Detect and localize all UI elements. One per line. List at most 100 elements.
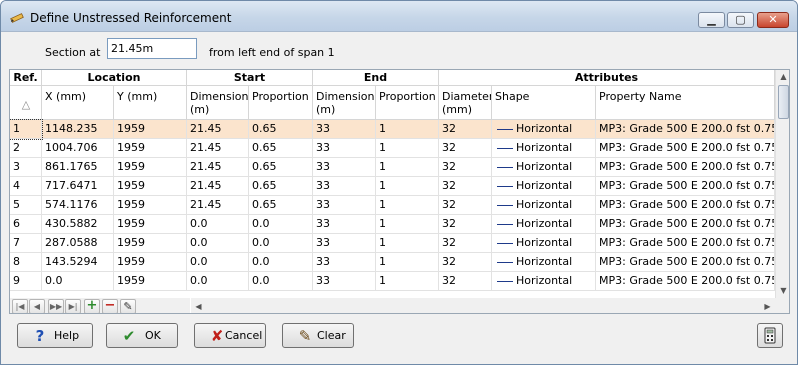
end-dimension-cell[interactable]: 33	[313, 139, 376, 158]
column-start-dimension[interactable]: Dimension (m)	[187, 86, 249, 120]
title-bar[interactable]: Define Unstressed Reinforcement ▁ ▢ ✕	[1, 1, 797, 32]
x-cell[interactable]: 0.0	[42, 272, 114, 291]
end-dimension-cell[interactable]: 33	[313, 215, 376, 234]
start-proportion-cell[interactable]: 0.0	[249, 215, 313, 234]
ref-cell[interactable]: 8	[10, 253, 42, 272]
y-cell[interactable]: 1959	[114, 272, 187, 291]
y-cell[interactable]: 1959	[114, 177, 187, 196]
nav-first-button[interactable]: |◀	[12, 299, 28, 313]
shape-cell[interactable]: Horizontal	[492, 253, 596, 272]
diameter-cell[interactable]: 32	[439, 215, 492, 234]
column-end-dimension[interactable]: Dimension (m)	[313, 86, 376, 120]
end-dimension-cell[interactable]: 33	[313, 158, 376, 177]
column-end-proportion[interactable]: Proportion	[376, 86, 439, 120]
table-row[interactable]: 4 717.6471 1959 21.45 0.65 33 1 32 Horizontal MP3…	[10, 177, 775, 196]
end-proportion-cell[interactable]: 1	[376, 120, 439, 139]
header-ref[interactable]: Ref.	[10, 70, 42, 86]
scroll-left-icon[interactable]: ◀	[191, 298, 206, 313]
start-proportion-cell[interactable]: 0.65	[249, 139, 313, 158]
end-proportion-cell[interactable]: 1	[376, 253, 439, 272]
ref-cell[interactable]: 6	[10, 215, 42, 234]
y-cell[interactable]: 1959	[114, 139, 187, 158]
diameter-cell[interactable]: 32	[439, 158, 492, 177]
ref-cell[interactable]: 3	[10, 158, 42, 177]
nav-edit-button[interactable]: ✎	[120, 299, 136, 313]
diameter-cell[interactable]: 32	[439, 253, 492, 272]
x-cell[interactable]: 574.1176	[42, 196, 114, 215]
column-property-name[interactable]: Property Name	[596, 86, 775, 120]
shape-cell[interactable]: Horizontal	[492, 139, 596, 158]
start-proportion-cell[interactable]: 0.0	[249, 234, 313, 253]
reinforcement-grid[interactable]: Ref. Location Start End Attributes △ X (…	[9, 69, 790, 314]
start-proportion-cell[interactable]: 0.65	[249, 158, 313, 177]
column-x[interactable]: X (mm)	[42, 86, 114, 120]
property-name-cell[interactable]: MP3: Grade 500 E 200.0 fst 0.75	[596, 158, 775, 177]
end-proportion-cell[interactable]: 1	[376, 196, 439, 215]
ref-cell[interactable]: 4	[10, 177, 42, 196]
ref-cell[interactable]: 7	[10, 234, 42, 253]
y-cell[interactable]: 1959	[114, 158, 187, 177]
start-dimension-cell[interactable]: 21.45	[187, 120, 249, 139]
diameter-cell[interactable]: 32	[439, 139, 492, 158]
table-row[interactable]: 7 287.0588 1959 0.0 0.0 33 1 32 Horizontal MP3: G…	[10, 234, 775, 253]
horizontal-scrollbar[interactable]: ◀ ▶	[191, 298, 775, 313]
section-input[interactable]	[107, 38, 197, 59]
column-diameter[interactable]: Diameter (mm)	[439, 86, 492, 120]
end-dimension-cell[interactable]: 33	[313, 253, 376, 272]
end-dimension-cell[interactable]: 33	[313, 234, 376, 253]
start-proportion-cell[interactable]: 0.65	[249, 196, 313, 215]
start-dimension-cell[interactable]: 21.45	[187, 196, 249, 215]
shape-cell[interactable]: Horizontal	[492, 272, 596, 291]
shape-cell[interactable]: Horizontal	[492, 215, 596, 234]
property-name-cell[interactable]: MP3: Grade 500 E 200.0 fst 0.75	[596, 272, 775, 291]
ref-cell[interactable]: 9	[10, 272, 42, 291]
x-cell[interactable]: 1148.235	[42, 120, 114, 139]
ref-cell[interactable]: 5	[10, 196, 42, 215]
ref-cell[interactable]: 1	[10, 119, 43, 140]
y-cell[interactable]: 1959	[114, 120, 187, 139]
diameter-cell[interactable]: 32	[439, 272, 492, 291]
end-dimension-cell[interactable]: 33	[313, 272, 376, 291]
nav-delete-button[interactable]: −	[102, 299, 118, 313]
shape-cell[interactable]: Horizontal	[492, 234, 596, 253]
end-dimension-cell[interactable]: 33	[313, 177, 376, 196]
end-proportion-cell[interactable]: 1	[376, 158, 439, 177]
end-proportion-cell[interactable]: 1	[376, 234, 439, 253]
shape-cell[interactable]: Horizontal	[492, 177, 596, 196]
y-cell[interactable]: 1959	[114, 196, 187, 215]
property-name-cell[interactable]: MP3: Grade 500 E 200.0 fst 0.75	[596, 196, 775, 215]
scroll-right-icon[interactable]: ▶	[760, 298, 775, 313]
start-dimension-cell[interactable]: 0.0	[187, 215, 249, 234]
start-proportion-cell[interactable]: 0.65	[249, 120, 313, 139]
start-proportion-cell[interactable]: 0.0	[249, 253, 313, 272]
table-row[interactable]: 8 143.5294 1959 0.0 0.0 33 1 32 Horizontal MP3: G…	[10, 253, 775, 272]
x-cell[interactable]: 861.1765	[42, 158, 114, 177]
x-cell[interactable]: 143.5294	[42, 253, 114, 272]
y-cell[interactable]: 1959	[114, 253, 187, 272]
end-proportion-cell[interactable]: 1	[376, 177, 439, 196]
start-dimension-cell[interactable]: 21.45	[187, 158, 249, 177]
diameter-cell[interactable]: 32	[439, 234, 492, 253]
nav-last-button[interactable]: ▶|	[65, 299, 81, 313]
maximize-button[interactable]: ▢	[727, 12, 754, 28]
x-cell[interactable]: 287.0588	[42, 234, 114, 253]
cancel-button[interactable]: ✘ Cancel	[194, 323, 266, 348]
diameter-cell[interactable]: 32	[439, 196, 492, 215]
nav-prev-button[interactable]: ◀	[29, 299, 45, 313]
property-name-cell[interactable]: MP3: Grade 500 E 200.0 fst 0.75	[596, 215, 775, 234]
start-proportion-cell[interactable]: 0.0	[249, 272, 313, 291]
table-row[interactable]: 2 1004.706 1959 21.45 0.65 33 1 32 Horizontal MP3…	[10, 139, 775, 158]
end-proportion-cell[interactable]: 1	[376, 215, 439, 234]
y-cell[interactable]: 1959	[114, 234, 187, 253]
ref-cell[interactable]: 2	[10, 139, 42, 158]
end-dimension-cell[interactable]: 33	[313, 120, 376, 139]
column-start-proportion[interactable]: Proportion	[249, 86, 313, 120]
end-dimension-cell[interactable]: 33	[313, 196, 376, 215]
start-dimension-cell[interactable]: 21.45	[187, 139, 249, 158]
sort-indicator-icon[interactable]: △	[10, 86, 42, 120]
property-name-cell[interactable]: MP3: Grade 500 E 200.0 fst 0.75	[596, 120, 775, 139]
diameter-cell[interactable]: 32	[439, 120, 492, 139]
scroll-up-icon[interactable]: ▲	[776, 70, 789, 84]
shape-cell[interactable]: Horizontal	[492, 158, 596, 177]
table-row[interactable]: 9 0.0 1959 0.0 0.0 33 1 32 Horizontal MP3: Grade …	[10, 272, 775, 291]
